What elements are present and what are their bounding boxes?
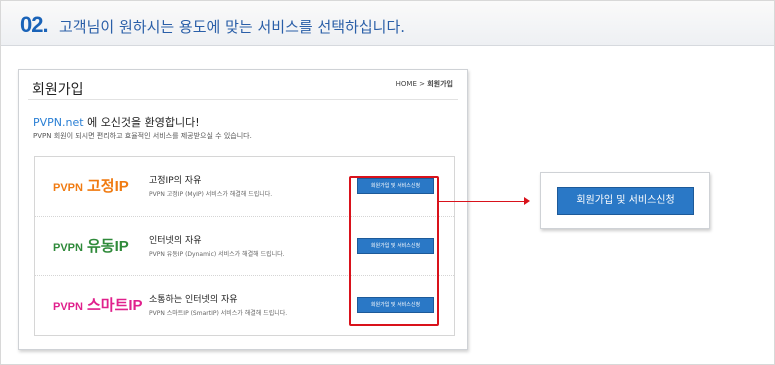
divider xyxy=(28,99,458,100)
service-logo: PVPN 스마트IP xyxy=(53,294,143,315)
service-logo-kind: 고정IP xyxy=(86,178,129,195)
service-logo-kind: 유동IP xyxy=(86,238,129,255)
breadcrumb-home-link[interactable]: HOME xyxy=(396,80,417,88)
arrow-line xyxy=(439,201,527,202)
service-logo-brand: PVPN xyxy=(53,242,83,254)
welcome-text: 에 오신것을 환영합니다! xyxy=(83,116,200,129)
service-description: PVPN 고정IP (MyIP) 서비스가 해결해 드립니다. xyxy=(149,191,273,198)
highlight-box xyxy=(349,176,439,326)
service-name: 고정IP의 자유 xyxy=(149,176,202,186)
callout-panel: 회원가입 및 서비스신청 xyxy=(540,172,710,229)
service-logo-brand: PVPN xyxy=(53,182,83,194)
step-title: 고객님이 원하시는 용도에 맞는 서비스를 선택하십니다. xyxy=(59,18,406,36)
service-logo: PVPN 고정IP xyxy=(53,175,129,196)
service-name: 소통하는 인터넷의 자유 xyxy=(149,295,238,305)
service-description: PVPN 스마트IP (SmartIP) 서비스가 해결해 드립니다. xyxy=(149,310,288,317)
welcome-description: PVPN 회원이 되시면 편리하고 효율적인 서비스를 제공받으실 수 있습니다… xyxy=(33,132,252,140)
page-title: 회원가입 xyxy=(32,82,84,98)
breadcrumb: HOME > 회원가입 xyxy=(396,79,453,89)
signup-service-button[interactable]: 회원가입 및 서비스신청 xyxy=(557,187,694,215)
arrow-right-icon xyxy=(524,197,530,205)
service-logo-brand: PVPN xyxy=(53,301,83,313)
service-description: PVPN 유동IP (Dynamic) 서비스가 해결해 드립니다. xyxy=(149,251,285,258)
welcome-domain: PVPN.net xyxy=(33,116,84,129)
breadcrumb-separator: > xyxy=(419,80,425,88)
breadcrumb-current: 회원가입 xyxy=(427,80,453,88)
welcome-message: PVPN.net 에 오신것을 환영합니다! xyxy=(33,114,200,130)
service-logo-kind: 스마트IP xyxy=(86,297,143,314)
service-logo: PVPN 유동IP xyxy=(53,235,129,256)
service-name: 인터넷의 자유 xyxy=(149,236,202,246)
step-number: 02. xyxy=(20,12,49,37)
step-header: 02. 고객님이 원하시는 용도에 맞는 서비스를 선택하십니다. xyxy=(1,1,774,46)
